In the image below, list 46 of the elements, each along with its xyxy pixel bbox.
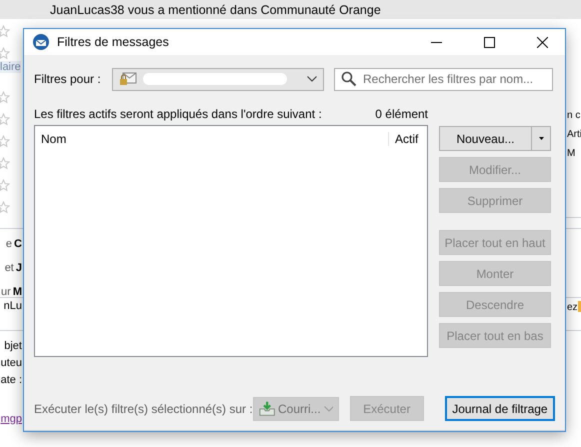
filter-list[interactable]: Nom Actif: [34, 125, 428, 357]
field-label: et: [4, 262, 14, 274]
column-header[interactable]: Actif: [388, 132, 427, 146]
chevron-down-icon: [307, 76, 317, 82]
caret-icon: [538, 137, 544, 140]
inbox-download-icon: [258, 400, 275, 417]
window-title: Filtres de messages: [57, 35, 170, 49]
field-label: ate :: [0, 374, 22, 386]
field-value: J: [16, 262, 22, 274]
star-icon[interactable]: [0, 91, 10, 104]
message-text: M: [567, 148, 576, 159]
field-label: bjet: [4, 340, 22, 352]
run-label: Exécuter le(s) filtre(s) sélectionné(s) sur :: [34, 402, 253, 416]
sidebar-item[interactable]: laire: [0, 61, 21, 73]
search-field[interactable]: Rechercher les filtres par nom...: [334, 68, 553, 90]
message-text: Arti: [567, 129, 581, 140]
maximize-icon[interactable]: [484, 36, 494, 48]
message-text: n c: [567, 110, 581, 121]
item-count: 0 élément: [375, 106, 428, 120]
notification-subject: JuanLucas38 vous a mentionné dans Communauté Orange: [50, 2, 381, 16]
star-icon[interactable]: [0, 113, 10, 126]
filter-log-button[interactable]: Journal de filtrage: [444, 396, 555, 421]
search-icon: [341, 71, 357, 87]
star-icon[interactable]: [0, 179, 10, 192]
app-logo-icon: [32, 33, 50, 51]
star-icon[interactable]: [0, 25, 10, 38]
field-value: C: [14, 238, 22, 250]
field-label: Filtres pour :: [34, 72, 102, 86]
field-label: e: [6, 238, 12, 250]
chevron-down-icon: [324, 406, 333, 412]
field-value: M: [12, 286, 22, 298]
star-icon[interactable]: [0, 157, 10, 170]
column-header[interactable]: Nom: [35, 132, 388, 146]
preview-text: nLu: [4, 300, 22, 312]
field-label: uteu: [0, 357, 22, 369]
preview-text: ez: [567, 301, 581, 313]
close-icon[interactable]: [536, 36, 548, 48]
mail-lock-icon: [119, 72, 137, 86]
list-caption: Les filtres actifs seront appliqués dans l'ordre suivant :: [34, 106, 322, 120]
star-icon[interactable]: [0, 47, 10, 60]
star-icon[interactable]: [0, 135, 10, 148]
account-dropdown[interactable]: [112, 68, 324, 90]
field-label: ur: [1, 286, 11, 298]
new-filter-button[interactable]: Nouveau...: [439, 126, 551, 151]
star-icon[interactable]: [0, 201, 10, 214]
link[interactable]: mgp: [0, 413, 22, 425]
